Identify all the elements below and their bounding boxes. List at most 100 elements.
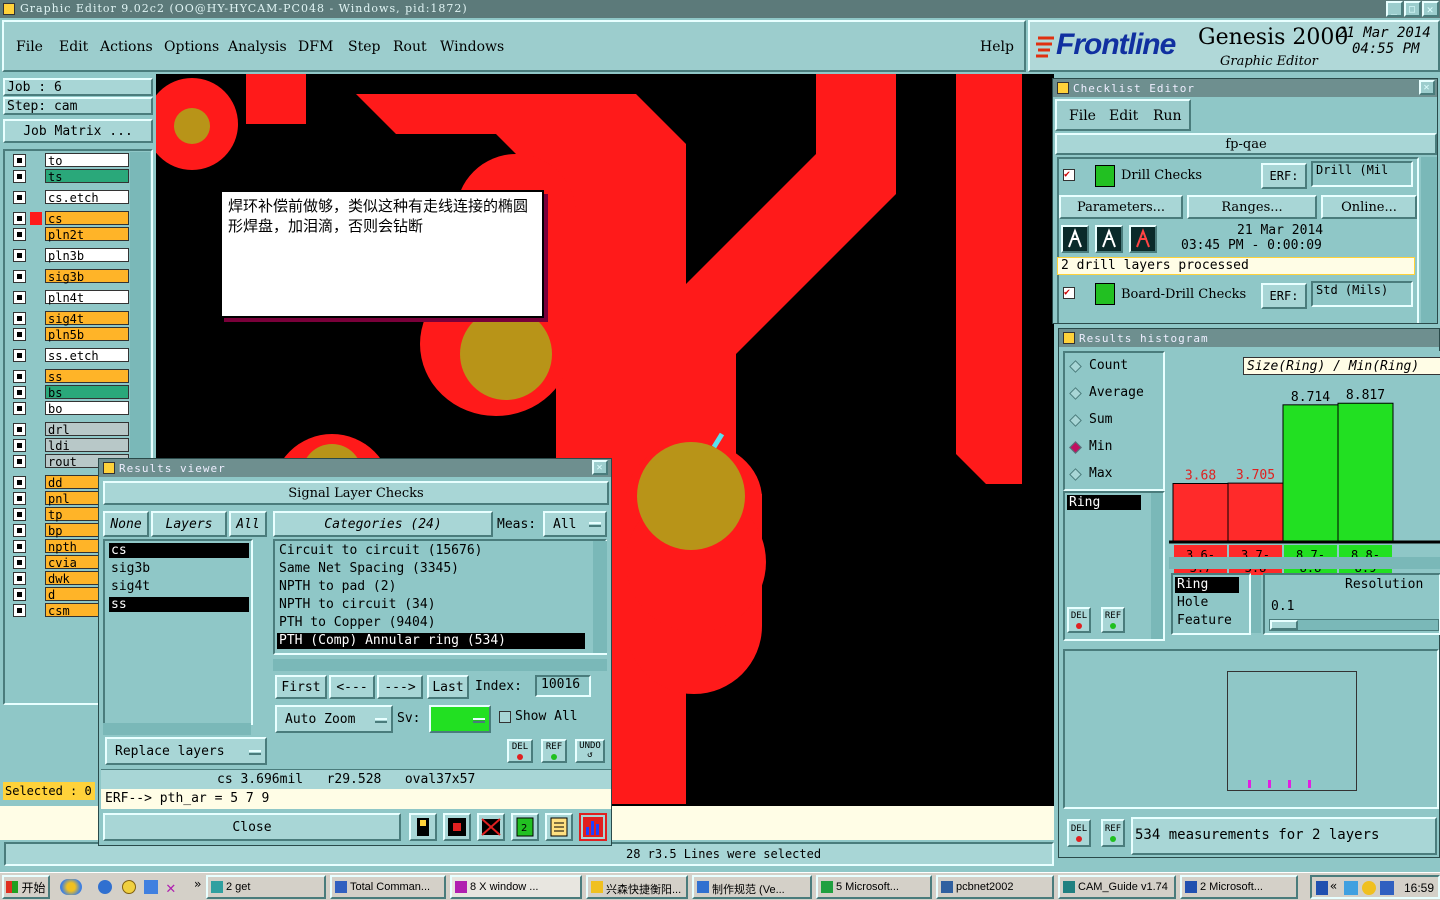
menu-windows[interactable]: Windows [440,39,504,55]
menu-edit[interactable]: Edit [59,39,88,55]
histogram-bar[interactable] [1227,482,1284,542]
start-button[interactable]: 开始 [2,875,50,899]
clock-app-icon[interactable] [122,880,136,894]
layer-name[interactable]: sig4t [45,311,129,326]
layer-row-drl[interactable]: drl [11,422,131,437]
radio-diamond-icon[interactable] [1069,387,1082,400]
checklist-vscroll[interactable] [1421,157,1437,323]
taskbar-item[interactable]: 2 Microsoft... [1180,875,1298,899]
type-list-vscroll[interactable] [1151,493,1163,639]
layer-checkbox[interactable] [13,228,26,241]
layer-checkbox[interactable] [13,270,26,283]
layer-color-swatch[interactable] [30,154,42,167]
x-app-icon[interactable]: ✕ [166,878,176,897]
layer-checkbox[interactable] [13,370,26,383]
layer-row-bs[interactable]: bs [11,385,131,400]
layer-color-swatch[interactable] [30,492,42,505]
undo-button[interactable]: UNDO ↺ [575,739,605,763]
layer-checkbox[interactable] [13,604,26,617]
all-button[interactable]: All [229,511,267,537]
layer-checkbox[interactable] [13,423,26,436]
tray-icon-2[interactable] [1344,881,1358,895]
type-list-item[interactable]: Ring [1067,495,1141,510]
layer-checkbox[interactable] [13,588,26,601]
taskbar-item[interactable]: 制作规范 (Ve... [692,875,812,899]
layer-color-swatch[interactable] [30,270,42,283]
layer-color-swatch[interactable] [30,370,42,383]
checklist-close-icon[interactable]: ✕ [1419,80,1435,95]
layer-color-swatch[interactable] [30,291,42,304]
menu-dfm[interactable]: DFM [298,39,333,55]
layer-checkbox[interactable] [13,154,26,167]
category-list[interactable]: Circuit to circuit (15676) Same Net Spaci… [273,539,607,655]
results-viewer-titlebar[interactable]: Results viewer ✕ [99,459,611,477]
layer-checkbox[interactable] [13,572,26,585]
auto-zoom-dropdown[interactable]: Auto Zoom [275,705,393,733]
layer-row-sig4t[interactable]: sig4t [11,311,131,326]
layer-color-swatch[interactable] [30,423,42,436]
layer-checkbox[interactable] [13,291,26,304]
layer-color-swatch[interactable] [30,604,42,617]
ie-icon[interactable] [98,880,112,894]
last-button[interactable]: Last [427,675,469,699]
layer-row-bo[interactable]: bo [11,401,131,416]
close-button[interactable]: Close [103,813,401,841]
result-layer-item[interactable]: sig3b [109,561,249,576]
taskbar-item[interactable]: 8 X window ... [450,875,582,899]
feature-type-vscroll[interactable] [1251,575,1261,633]
layer-row-ss-etch[interactable]: ss.etch [11,348,131,363]
board-drill-checkbox[interactable]: ✔ [1063,287,1075,299]
hist-option-count[interactable]: Count [1069,357,1161,377]
histogram-titlebar[interactable]: Results histogram [1059,329,1439,347]
quicklaunch-icon[interactable] [60,879,82,895]
layer-name[interactable]: sig3b [45,269,129,284]
layer-checkbox[interactable] [13,249,26,262]
run-check-icon-3[interactable] [1129,225,1157,253]
layer-color-swatch[interactable] [30,588,42,601]
layer-row-pln4t[interactable]: pln4t [11,290,131,305]
menu-file[interactable]: File [16,39,43,55]
none-button[interactable]: None [103,511,149,537]
resolution-slider-thumb[interactable] [1270,620,1298,630]
tray-icon-4[interactable] [1380,881,1394,895]
first-button[interactable]: First [275,675,327,699]
checklist-menu-edit[interactable]: Edit [1109,108,1138,124]
layer-color-swatch[interactable] [30,249,42,262]
hist-option-average[interactable]: Average [1069,384,1161,404]
layer-checkbox[interactable] [13,524,26,537]
layer-row-pln2t[interactable]: pln2t [11,227,131,242]
sv-color-dropdown[interactable] [429,705,491,733]
layers-button[interactable]: Layers [151,511,227,537]
layer-color-swatch[interactable] [30,572,42,585]
layer-row-ldi[interactable]: ldi [11,438,131,453]
tray-chevron-icon[interactable]: « [1330,879,1337,893]
categories-button[interactable]: Categories (24) [273,511,493,537]
layer-color-swatch[interactable] [30,556,42,569]
layer-row-to[interactable]: to [11,153,131,168]
layer-name[interactable]: ss.etch [45,348,129,363]
taskbar-item[interactable]: 兴森快捷衡阳... [586,875,688,899]
layer-name[interactable]: ts [45,169,129,184]
radio-diamond-icon[interactable] [1069,468,1082,481]
layer-checkbox[interactable] [13,312,26,325]
category-vscroll[interactable] [593,541,607,653]
layer-name[interactable]: ldi [45,438,129,453]
layer-checkbox[interactable] [13,212,26,225]
drill-check-checkbox[interactable]: ✔ [1063,169,1075,181]
taskbar-item[interactable]: pcbnet2002 [936,875,1054,899]
hist-option-sum[interactable]: Sum [1069,411,1161,431]
category-item[interactable]: NPTH to circuit (34) [277,597,585,613]
layer-color-swatch[interactable] [30,191,42,204]
replace-layers-dropdown[interactable]: Replace layers [105,737,267,765]
menu-rout[interactable]: Rout [393,39,427,55]
category-item[interactable]: PTH (Comp) Annular ring (534) [277,633,585,649]
tool-number-icon[interactable]: 2 [511,813,539,841]
feature-type-list[interactable]: Ring Hole Feature [1171,573,1251,635]
layer-name[interactable]: cs.etch [45,190,129,205]
layer-name[interactable]: pln2t [45,227,129,242]
tool-image-icon[interactable] [443,813,471,841]
layer-checkbox[interactable] [13,170,26,183]
layer-color-swatch[interactable] [30,349,42,362]
result-layer-item[interactable]: ss [109,597,249,612]
category-item[interactable]: NPTH to pad (2) [277,579,585,595]
